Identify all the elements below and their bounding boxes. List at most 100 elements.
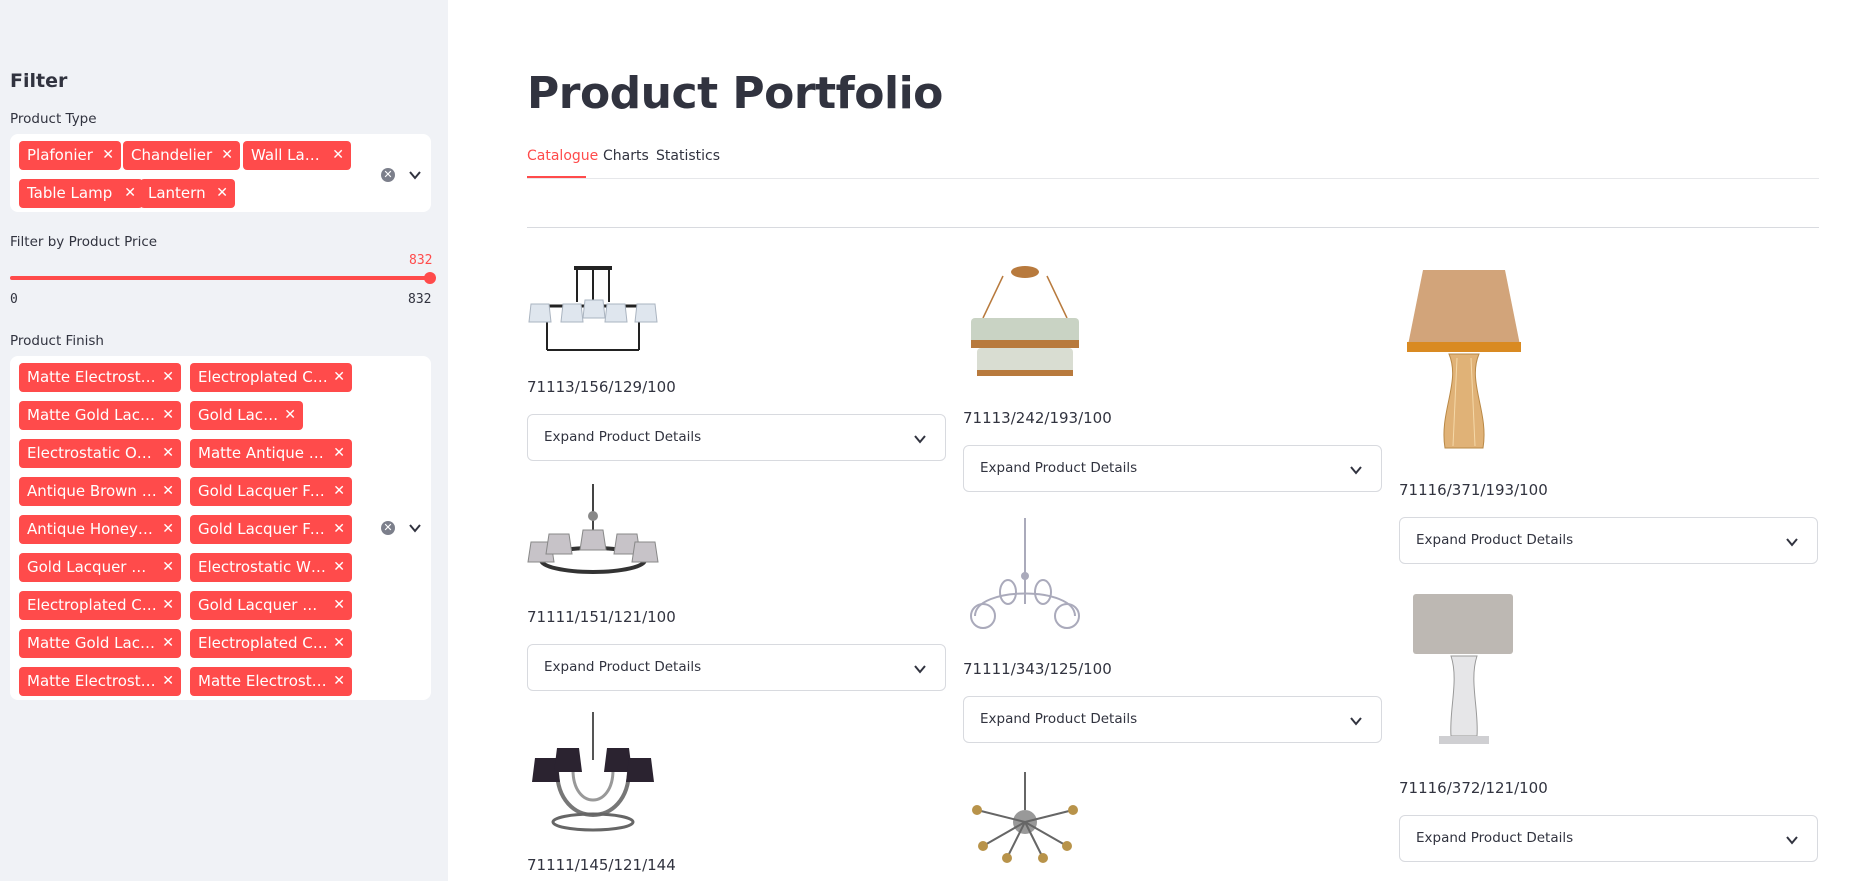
chip-wall-lamp[interactable]: Wall Lamp ✕ bbox=[243, 141, 351, 170]
tab-catalogue[interactable]: Catalogue bbox=[527, 148, 598, 164]
clear-all-icon[interactable]: ✕ bbox=[381, 521, 395, 535]
chip-product-finish[interactable]: Matte Electrostat… ✕ bbox=[19, 667, 181, 696]
product-code: 71111/145/121/144 bbox=[527, 856, 676, 874]
tab-bar: Catalogue Charts Statistics bbox=[527, 148, 1819, 179]
product-type-label: Product Type bbox=[10, 111, 97, 127]
chip-remove-icon[interactable]: ✕ bbox=[162, 629, 174, 658]
chip-lantern[interactable]: Lantern ✕ bbox=[140, 179, 235, 208]
price-slider-track[interactable] bbox=[10, 276, 431, 280]
chevron-down-icon bbox=[1350, 717, 1362, 726]
chevron-down-icon bbox=[1350, 466, 1362, 475]
chip-remove-icon[interactable]: ✕ bbox=[162, 667, 174, 696]
expander-label: Expand Product Details bbox=[980, 460, 1138, 476]
chip-product-finish[interactable]: Matte Antique Br… ✕ bbox=[190, 439, 352, 468]
chip-remove-icon[interactable]: ✕ bbox=[162, 591, 174, 620]
chip-remove-icon[interactable]: ✕ bbox=[333, 553, 345, 582]
expand-product-details[interactable]: Expand Product Details bbox=[963, 696, 1382, 743]
expander-label: Expand Product Details bbox=[1416, 830, 1574, 846]
product-code: 71116/371/193/100 bbox=[1399, 481, 1548, 499]
chip-product-finish[interactable]: Gold Lacquer✕ bbox=[190, 401, 303, 430]
tab-active-indicator bbox=[527, 176, 586, 178]
product-image-chandelier[interactable] bbox=[963, 770, 1087, 866]
chip-remove-icon[interactable]: ✕ bbox=[333, 477, 345, 506]
price-filter-label: Filter by Product Price bbox=[10, 234, 158, 250]
tab-statistics[interactable]: Statistics bbox=[656, 148, 720, 164]
chevron-down-icon[interactable] bbox=[408, 521, 422, 535]
clear-all-icon[interactable]: ✕ bbox=[381, 168, 395, 182]
sidebar-title: Filter bbox=[10, 70, 68, 92]
chip-product-finish[interactable]: Antique Honey F… ✕ bbox=[19, 515, 181, 544]
chip-remove-icon[interactable]: ✕ bbox=[333, 439, 345, 468]
slider-value: 832 bbox=[409, 253, 433, 268]
chevron-down-icon[interactable] bbox=[408, 168, 422, 182]
chip-product-finish[interactable]: Gold Lacquer Fin… ✕ bbox=[190, 477, 352, 506]
chip-remove-icon[interactable]: ✕ bbox=[162, 553, 174, 582]
page-title: Product Portfolio bbox=[527, 68, 943, 119]
chevron-down-icon bbox=[1786, 836, 1798, 845]
slider-min: 0 bbox=[10, 292, 18, 307]
chip-remove-icon[interactable]: ✕ bbox=[333, 363, 345, 392]
chip-product-finish[interactable]: Electroplated Ch… ✕ bbox=[190, 363, 352, 392]
product-image-chandelier[interactable] bbox=[963, 262, 1087, 386]
product-code: 71111/151/121/100 bbox=[527, 608, 676, 626]
expander-label: Expand Product Details bbox=[1416, 532, 1574, 548]
chip-remove-icon[interactable]: ✕ bbox=[221, 141, 233, 170]
chip-plafonier[interactable]: Plafonier ✕ bbox=[19, 141, 121, 170]
product-code: 71113/156/129/100 bbox=[527, 378, 676, 396]
chip-product-finish[interactable]: Matte Gold Lacq… ✕ bbox=[19, 629, 181, 658]
chip-remove-icon[interactable]: ✕ bbox=[162, 477, 174, 506]
product-finish-multiselect[interactable]: ✕ Matte Electrostat… ✕ Electroplated Ch… ✕ M… bbox=[10, 356, 431, 700]
slider-max: 832 bbox=[408, 292, 432, 307]
chip-product-finish[interactable]: Gold Lacquer + … ✕ bbox=[19, 553, 181, 582]
price-slider-thumb[interactable] bbox=[424, 272, 436, 284]
chip-product-finish[interactable]: Electrostatic Off-… ✕ bbox=[19, 439, 181, 468]
chip-remove-icon[interactable]: ✕ bbox=[332, 141, 344, 170]
chip-remove-icon[interactable]: ✕ bbox=[124, 179, 136, 208]
chip-product-finish[interactable]: Matte Gold Lacq… ✕ bbox=[19, 401, 181, 430]
chip-remove-icon[interactable]: ✕ bbox=[333, 629, 345, 658]
chip-remove-icon[interactable]: ✕ bbox=[162, 363, 174, 392]
product-image-chandelier[interactable] bbox=[527, 262, 659, 354]
expand-product-details[interactable]: Expand Product Details bbox=[1399, 517, 1818, 564]
product-image-table-lamp[interactable] bbox=[1399, 262, 1529, 452]
chip-product-finish[interactable]: Electrostatic Whi… ✕ bbox=[190, 553, 352, 582]
product-image-table-lamp[interactable] bbox=[1399, 590, 1529, 746]
chip-product-finish[interactable]: Matte Electrostat… ✕ bbox=[19, 363, 181, 392]
chip-remove-icon[interactable]: ✕ bbox=[162, 439, 174, 468]
divider bbox=[527, 227, 1819, 228]
chip-product-finish[interactable]: Matte Electrostat… ✕ bbox=[190, 667, 352, 696]
chevron-down-icon bbox=[914, 665, 926, 674]
tab-charts[interactable]: Charts bbox=[603, 148, 649, 164]
chip-remove-icon[interactable]: ✕ bbox=[333, 591, 345, 620]
product-code: 71111/343/125/100 bbox=[963, 660, 1112, 678]
chip-remove-icon[interactable]: ✕ bbox=[333, 667, 345, 696]
chip-remove-icon[interactable]: ✕ bbox=[102, 141, 114, 170]
expander-label: Expand Product Details bbox=[544, 429, 702, 445]
chip-product-finish[interactable]: Antique Brown F… ✕ bbox=[19, 477, 181, 506]
chip-product-finish[interactable]: Gold Lacquer Fin… ✕ bbox=[190, 515, 352, 544]
expand-product-details[interactable]: Expand Product Details bbox=[527, 414, 946, 461]
expand-product-details[interactable]: Expand Product Details bbox=[527, 644, 946, 691]
product-image-chandelier[interactable] bbox=[527, 482, 659, 584]
chip-remove-icon[interactable]: ✕ bbox=[162, 515, 174, 544]
expand-product-details[interactable]: Expand Product Details bbox=[963, 445, 1382, 492]
expander-label: Expand Product Details bbox=[980, 711, 1138, 727]
chip-table-lamp[interactable]: Table Lamp ✕ bbox=[19, 179, 143, 208]
chip-product-finish[interactable]: Gold Lacquer + E…✕ bbox=[190, 591, 352, 620]
chip-remove-icon[interactable]: ✕ bbox=[333, 515, 345, 544]
chevron-down-icon bbox=[1786, 538, 1798, 547]
product-image-chandelier[interactable] bbox=[527, 710, 659, 838]
chip-remove-icon[interactable]: ✕ bbox=[284, 401, 296, 430]
product-code: 71113/242/193/100 bbox=[963, 409, 1112, 427]
product-image-chandelier[interactable] bbox=[963, 516, 1087, 632]
chip-product-finish[interactable]: Electroplated Ch… ✕ bbox=[19, 591, 181, 620]
chevron-down-icon bbox=[914, 435, 926, 444]
expand-product-details[interactable]: Expand Product Details bbox=[1399, 815, 1818, 862]
chip-chandelier[interactable]: Chandelier ✕ bbox=[123, 141, 240, 170]
chip-remove-icon[interactable]: ✕ bbox=[162, 401, 174, 430]
product-type-multiselect[interactable]: Plafonier ✕ Chandelier ✕ Wall Lamp ✕ Table … bbox=[10, 134, 431, 212]
sidebar: Filter Product Type Plafonier ✕ Chandelie… bbox=[0, 0, 448, 881]
chip-remove-icon[interactable]: ✕ bbox=[216, 179, 228, 208]
chip-product-finish[interactable]: Electroplated Ch… ✕ bbox=[190, 629, 352, 658]
product-finish-label: Product Finish bbox=[10, 333, 104, 349]
